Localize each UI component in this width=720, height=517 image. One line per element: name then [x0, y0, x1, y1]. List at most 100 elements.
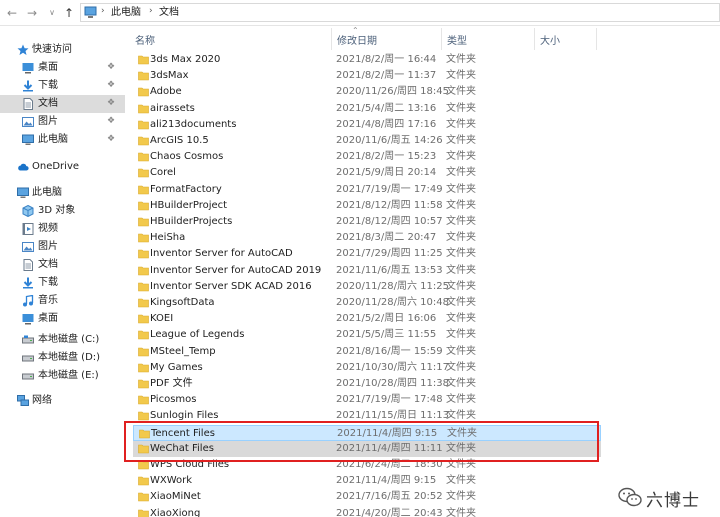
file-row[interactable]: ArcGIS 10.5 2020/11/6/周五 14:26 文件夹	[133, 133, 601, 149]
sidebar-item-network[interactable]: 网络	[0, 392, 125, 410]
breadcrumb-this-pc[interactable]: 此电脑	[111, 7, 141, 19]
file-name: FormatFactory	[150, 183, 222, 195]
file-row[interactable]: Corel 2021/5/9/周日 20:14 文件夹	[133, 165, 601, 181]
folder-icon	[138, 282, 149, 292]
column-size[interactable]: 大小	[540, 32, 560, 47]
file-name: 3dsMax	[150, 70, 189, 82]
file-type: 文件夹	[446, 135, 476, 146]
file-row[interactable]: WXWork 2021/11/4/周四 9:15 文件夹	[133, 473, 601, 489]
file-row[interactable]: airassets 2021/5/4/周二 13:16 文件夹	[133, 101, 601, 117]
file-date: 2021/8/12/周四 10:57	[336, 216, 443, 227]
pin-icon[interactable]: ❖	[107, 80, 115, 90]
file-name: Inventor Server SDK ACAD 2016	[150, 280, 312, 292]
breadcrumb-documents[interactable]: 文档	[159, 7, 179, 19]
sidebar-label: OneDrive	[32, 161, 80, 172]
document-icon	[23, 259, 33, 271]
sidebar-item-desktop-pc[interactable]: 桌面	[0, 310, 125, 328]
file-row[interactable]: FormatFactory 2021/7/19/周一 17:49 文件夹	[133, 182, 601, 198]
file-row[interactable]: 3ds Max 2020 2021/8/2/周一 16:44 文件夹	[133, 52, 601, 68]
column-name[interactable]: 名称	[135, 32, 155, 47]
back-icon[interactable]: ←	[4, 5, 20, 21]
file-name: Adobe	[150, 86, 182, 98]
file-row[interactable]: PDF 文件 2021/10/28/周四 11:38 文件夹	[133, 376, 601, 392]
file-row[interactable]: Adobe 2020/11/26/周四 18:45 文件夹	[133, 84, 601, 100]
sidebar-item-documents[interactable]: 文档 ❖	[0, 95, 125, 113]
column-divider[interactable]	[534, 28, 535, 50]
sidebar-item-pictures-pc[interactable]: 图片	[0, 238, 125, 256]
sidebar-item-desktop[interactable]: 桌面 ❖	[0, 59, 125, 77]
file-name: XiaoXiong	[150, 507, 201, 517]
file-name: ali213documents	[150, 118, 237, 130]
sidebar-item-music[interactable]: 音乐	[0, 292, 125, 310]
file-row[interactable]: Inventor Server for AutoCAD 2019 2021/11/…	[133, 263, 601, 279]
pin-icon[interactable]: ❖	[107, 134, 115, 144]
file-row[interactable]: KOEI 2021/5/2/周日 16:06 文件夹	[133, 311, 601, 327]
up-icon[interactable]: ↑	[61, 5, 77, 21]
column-type[interactable]: 类型	[447, 32, 467, 47]
column-date[interactable]: 修改日期	[337, 32, 377, 47]
sidebar-item-drive-d[interactable]: 本地磁盘 (D:)	[0, 349, 125, 367]
drive-icon	[22, 373, 34, 380]
sidebar-item-this-pc[interactable]: 此电脑	[0, 184, 125, 202]
file-row[interactable]: My Games 2021/10/30/周六 11:17 文件夹	[133, 360, 601, 376]
file-row[interactable]: XiaoXiong 2021/4/20/周二 20:43 文件夹	[133, 506, 601, 517]
file-row[interactable]: MSteel_Temp 2021/8/16/周一 15:59 文件夹	[133, 344, 601, 360]
file-row[interactable]: Chaos Cosmos 2021/8/2/周一 15:23 文件夹	[133, 149, 601, 165]
file-row[interactable]: ali213documents 2021/4/8/周四 17:16 文件夹	[133, 117, 601, 133]
file-name: airassets	[150, 102, 195, 114]
file-name: League of Legends	[150, 329, 245, 341]
sidebar-label: 快速访问	[32, 44, 72, 55]
sidebar-item-documents-pc[interactable]: 文档	[0, 256, 125, 274]
file-type: 文件夹	[446, 118, 476, 130]
sidebar-item-this-pc-quick[interactable]: 此电脑 ❖	[0, 131, 125, 149]
file-type: 文件夹	[446, 216, 476, 227]
pin-icon[interactable]: ❖	[107, 116, 115, 126]
folder-icon	[138, 71, 149, 81]
column-divider[interactable]	[331, 28, 332, 50]
sidebar-item-3d-objects[interactable]: 3D 对象	[0, 202, 125, 220]
sidebar-item-drive-e[interactable]: 本地磁盘 (E:)	[0, 367, 125, 385]
file-row[interactable]: 3dsMax 2021/8/2/周一 11:37 文件夹	[133, 68, 601, 84]
chevron-down-icon[interactable]: ∨	[44, 5, 60, 21]
sidebar-item-drive-c[interactable]: 本地磁盘 (C:)	[0, 331, 125, 349]
sidebar-item-downloads[interactable]: 下载 ❖	[0, 77, 125, 95]
sidebar-item-downloads-pc[interactable]: 下载	[0, 274, 125, 292]
folder-icon	[138, 185, 149, 194]
file-row[interactable]: HBuilderProjects 2021/8/12/周四 10:57 文件夹	[133, 214, 601, 230]
file-type: 文件夹	[446, 167, 476, 179]
sidebar-quick-access[interactable]: 快速访问	[0, 41, 125, 59]
file-row[interactable]: XiaoMiNet 2021/7/16/周五 20:52 文件夹	[133, 489, 601, 505]
file-row[interactable]: League of Legends 2021/5/5/周三 11:55 文件夹	[133, 327, 601, 343]
file-row[interactable]: Inventor Server for AutoCAD 2021/7/29/周四 …	[133, 246, 601, 262]
folder-icon	[138, 201, 149, 211]
file-type: 文件夹	[446, 394, 476, 406]
sidebar-item-pictures[interactable]: 图片 ❖	[0, 113, 125, 131]
pin-icon[interactable]: ❖	[107, 98, 115, 108]
address-bar[interactable]: › 此电脑 › 文档	[80, 3, 720, 22]
watermark-text: 六博士	[646, 491, 700, 511]
sidebar-item-onedrive[interactable]: OneDrive	[0, 158, 125, 176]
sidebar-label: 音乐	[38, 295, 58, 306]
folder-icon	[138, 217, 149, 227]
file-row[interactable]: KingsoftData 2020/11/28/周六 10:48 文件夹	[133, 295, 601, 311]
sidebar-item-videos[interactable]: 视频	[0, 220, 125, 238]
column-divider[interactable]	[596, 28, 597, 50]
sidebar-label: 视频	[38, 223, 58, 234]
file-date: 2021/5/2/周日 16:06	[336, 313, 437, 325]
file-name: Chaos Cosmos	[150, 151, 224, 163]
folder-icon	[138, 395, 149, 405]
file-row[interactable]: HBuilderProject 2021/8/12/周四 11:58 文件夹	[133, 198, 601, 214]
sidebar-label: 下载	[38, 277, 58, 288]
file-date: 2021/7/29/周四 11:25	[336, 248, 443, 260]
pin-icon[interactable]: ❖	[107, 62, 115, 72]
file-row[interactable]: Picosmos 2021/7/19/周一 17:48 文件夹	[133, 392, 601, 408]
file-type: 文件夹	[446, 54, 476, 65]
annotation-highlight	[124, 421, 599, 462]
file-row[interactable]: HeiSha 2021/8/3/周二 20:47 文件夹	[133, 230, 601, 246]
file-date: 2021/5/4/周二 13:16	[336, 102, 437, 114]
column-divider[interactable]	[441, 28, 442, 50]
forward-icon[interactable]: →	[24, 5, 40, 21]
picture-icon	[22, 117, 34, 127]
file-row[interactable]: Inventor Server SDK ACAD 2016 2020/11/28/…	[133, 279, 601, 295]
file-name: PDF 文件	[150, 378, 193, 389]
